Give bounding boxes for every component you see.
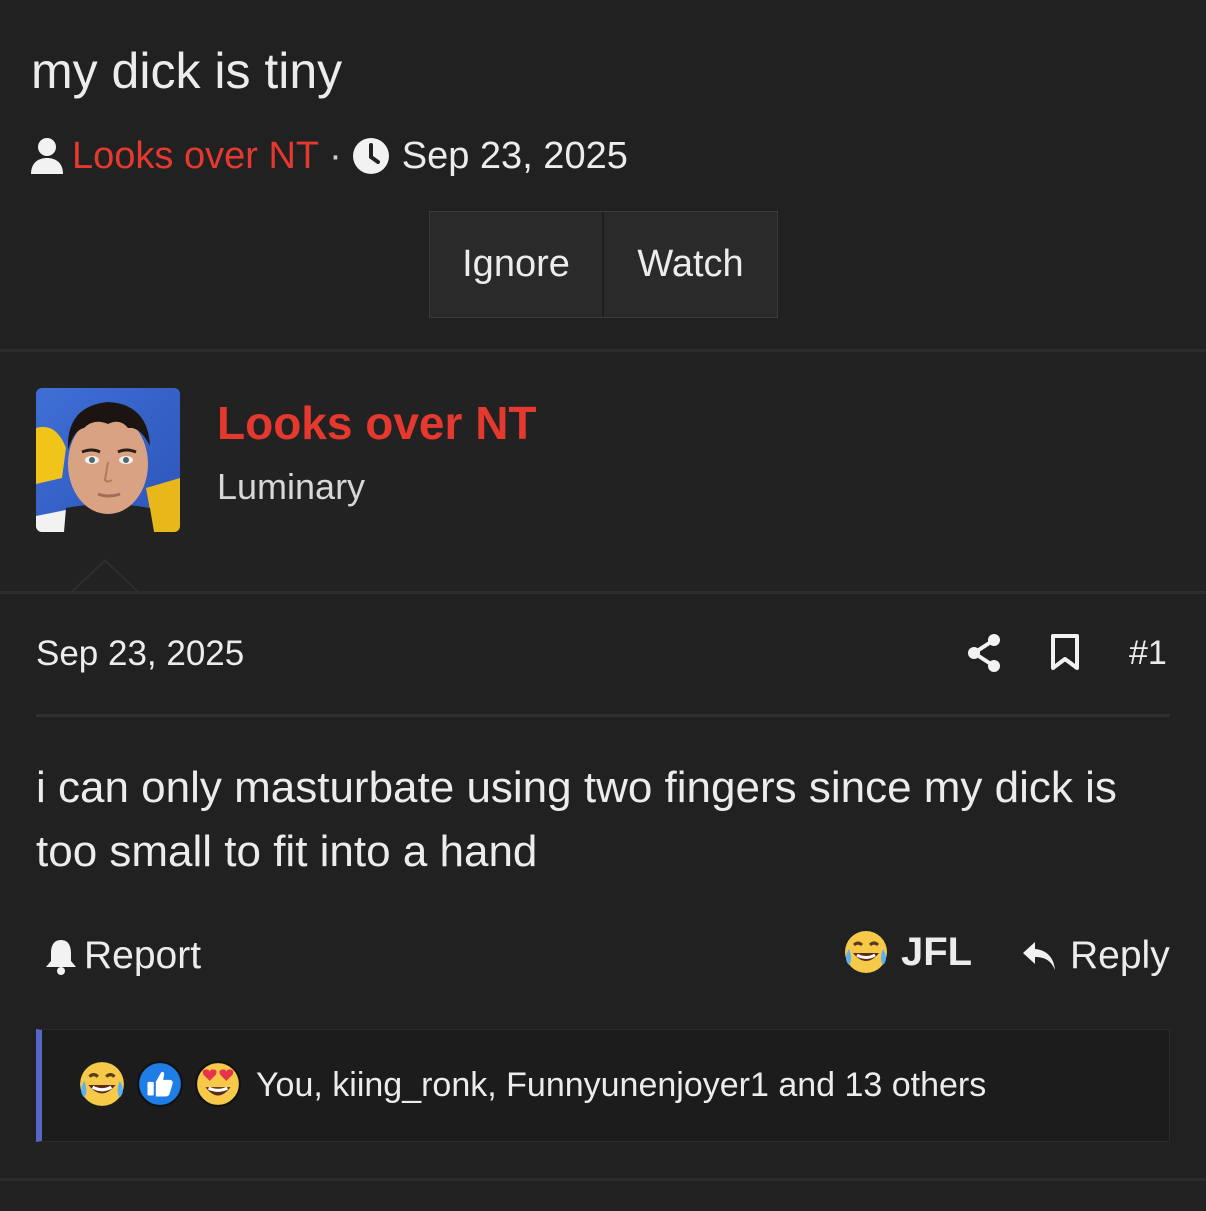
message-pointer-fill [71, 562, 139, 594]
post-user-block: Looks over NT Luminary [0, 352, 1206, 592]
reaction-button[interactable]: JFL [843, 929, 972, 975]
bookmark-icon[interactable] [1050, 633, 1080, 676]
thread-title: my dick is tiny [31, 43, 343, 99]
thread-meta: Looks over NT · Sep 23, 2025 [30, 134, 628, 178]
report-label: Report [84, 934, 202, 977]
reactions-bar[interactable]: You, kiing_ronk, Funnyunenjoyer1 and 13 … [36, 1029, 1170, 1142]
reply-button[interactable]: Reply [1020, 934, 1170, 978]
reply-label: Reply [1070, 934, 1170, 977]
divider [0, 1178, 1206, 1181]
thread-date[interactable]: Sep 23, 2025 [402, 135, 628, 178]
reactions-summary[interactable]: You, kiing_ronk, Funnyunenjoyer1 and 13 … [256, 1066, 986, 1105]
laugh-cry-emoji-icon [843, 929, 889, 975]
heart-eyes-emoji-icon [194, 1060, 242, 1108]
clock-icon [352, 137, 390, 175]
post-number-link[interactable]: #1 [1129, 634, 1167, 673]
ignore-button[interactable]: Ignore [430, 212, 604, 317]
user-title: Luminary [217, 466, 366, 507]
reply-arrow-icon [1020, 939, 1058, 973]
meta-separator: · [329, 134, 342, 177]
thread-header: my dick is tiny Looks over NT · Sep 23, … [0, 0, 1206, 350]
reaction-label: JFL [901, 929, 973, 974]
post-date[interactable]: Sep 23, 2025 [36, 634, 244, 674]
avatar[interactable] [36, 388, 180, 532]
divider [36, 714, 1170, 717]
thread-author-link[interactable]: Looks over NT [72, 135, 319, 178]
laugh-cry-emoji-icon [78, 1060, 126, 1108]
thumbs-up-emoji-icon [136, 1060, 184, 1108]
reaction-icons [78, 1060, 242, 1108]
divider [0, 591, 1206, 594]
post-body: i can only masturbate using two fingers … [36, 763, 1117, 876]
bell-icon [44, 937, 78, 975]
report-button[interactable]: Report [44, 934, 201, 978]
post-username-link[interactable]: Looks over NT [217, 396, 537, 450]
share-icon[interactable] [966, 633, 1002, 678]
user-icon [30, 137, 64, 175]
thread-actions: Ignore Watch [429, 211, 778, 318]
watch-button[interactable]: Watch [604, 212, 777, 317]
